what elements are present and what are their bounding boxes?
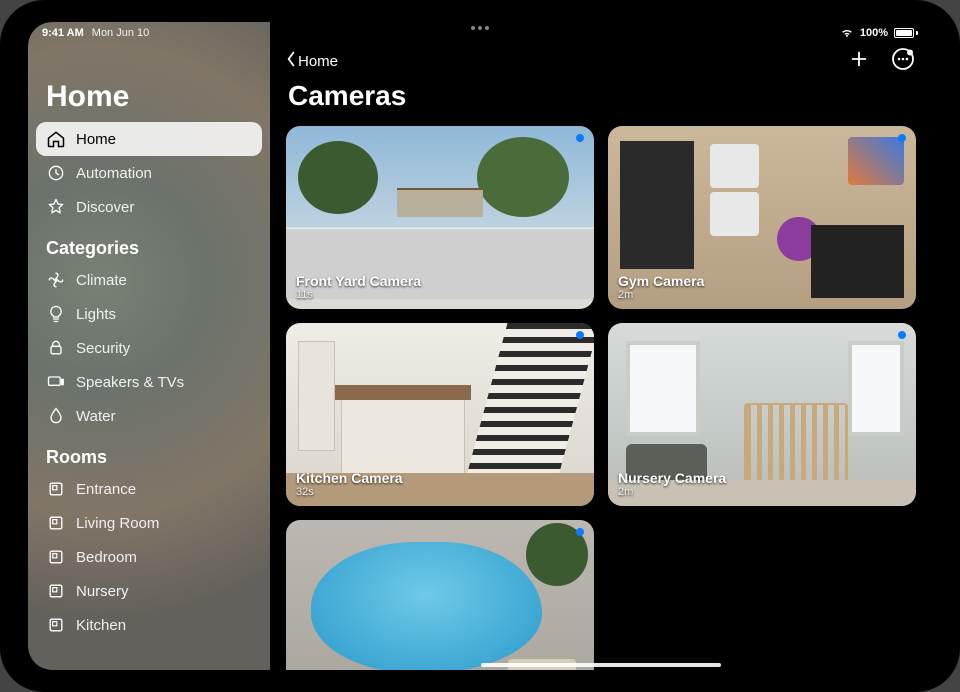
room-icon xyxy=(46,513,66,533)
sidebar-item-label: Lights xyxy=(76,306,116,323)
sidebar-item-speakers-tvs[interactable]: Speakers & TVs xyxy=(36,365,262,399)
back-button[interactable]: Home xyxy=(286,51,338,71)
camera-name: Front Yard Camera xyxy=(296,273,421,289)
status-time: 9:41 AM xyxy=(42,27,84,39)
status-dot-icon xyxy=(576,528,584,536)
sidebar-item-lights[interactable]: Lights xyxy=(36,297,262,331)
camera-card-nursery[interactable]: Nursery Camera 2m xyxy=(608,323,916,506)
camera-card-front-yard[interactable]: Front Yard Camera 11s xyxy=(286,126,594,309)
back-label: Home xyxy=(298,53,338,70)
camera-name: Nursery Camera xyxy=(618,470,726,486)
sidebar-item-label: Speakers & TVs xyxy=(76,374,184,391)
battery-percent: 100% xyxy=(860,27,888,39)
camera-card-gym[interactable]: Gym Camera 2m xyxy=(608,126,916,309)
sidebar-item-climate[interactable]: Climate xyxy=(36,263,262,297)
sidebar-item-label: Automation xyxy=(76,165,152,182)
camera-name: Kitchen Camera xyxy=(296,470,403,486)
sidebar-item-nursery[interactable]: Nursery xyxy=(36,574,262,608)
plus-icon xyxy=(848,48,870,75)
more-circle-icon xyxy=(891,47,915,76)
sidebar-item-label: Climate xyxy=(76,272,127,289)
battery-icon xyxy=(894,28,918,38)
sidebar-section-rooms: Rooms xyxy=(46,447,252,468)
sidebar-item-home[interactable]: Home xyxy=(36,122,262,156)
camera-card-pool[interactable]: Pool Camera xyxy=(286,520,594,670)
lock-icon xyxy=(46,338,66,358)
room-icon xyxy=(46,615,66,635)
status-date: Mon Jun 10 xyxy=(92,27,149,39)
main-content: Home Cameras xyxy=(270,22,932,670)
camera-time: 2m xyxy=(618,289,704,301)
status-dot-icon xyxy=(576,134,584,142)
status-bar: 9:41 AM Mon Jun 10 100% xyxy=(28,22,932,44)
sidebar-item-label: Discover xyxy=(76,199,134,216)
camera-grid: Front Yard Camera 11s xyxy=(286,126,916,670)
sidebar-item-discover[interactable]: Discover xyxy=(36,190,262,224)
room-icon xyxy=(46,479,66,499)
camera-time: 32s xyxy=(296,486,403,498)
sidebar-item-label: Home xyxy=(76,131,116,148)
room-icon xyxy=(46,547,66,567)
status-dot-icon xyxy=(898,331,906,339)
sidebar-section-categories: Categories xyxy=(46,238,252,259)
status-dot-icon xyxy=(576,331,584,339)
chevron-left-icon xyxy=(286,51,296,71)
wifi-icon xyxy=(840,28,854,38)
house-icon xyxy=(46,129,66,149)
bulb-icon xyxy=(46,304,66,324)
status-dot-icon xyxy=(898,134,906,142)
sidebar-item-water[interactable]: Water xyxy=(36,399,262,433)
sidebar-item-label: Entrance xyxy=(76,481,136,498)
home-indicator[interactable] xyxy=(481,663,721,667)
clock-icon xyxy=(46,163,66,183)
add-button[interactable] xyxy=(846,48,872,74)
sidebar-item-automation[interactable]: Automation xyxy=(36,156,262,190)
sidebar-item-label: Security xyxy=(76,340,130,357)
water-icon xyxy=(46,406,66,426)
sidebar-item-living-room[interactable]: Living Room xyxy=(36,506,262,540)
camera-name: Gym Camera xyxy=(618,273,704,289)
room-icon xyxy=(46,581,66,601)
sidebar-item-label: Water xyxy=(76,408,115,425)
page-title: Cameras xyxy=(288,80,916,112)
camera-time: 2m xyxy=(618,486,726,498)
sidebar-item-bedroom[interactable]: Bedroom xyxy=(36,540,262,574)
sidebar-item-label: Kitchen xyxy=(76,617,126,634)
sidebar-item-entrance[interactable]: Entrance xyxy=(36,472,262,506)
camera-time: 11s xyxy=(296,289,421,301)
camera-label: Kitchen Camera 32s xyxy=(296,470,403,498)
sidebar-item-label: Bedroom xyxy=(76,549,137,566)
tv-icon xyxy=(46,372,66,392)
multitask-dots-icon[interactable] xyxy=(471,26,489,30)
camera-card-kitchen[interactable]: Kitchen Camera 32s xyxy=(286,323,594,506)
camera-label: Front Yard Camera 11s xyxy=(296,273,421,301)
more-button[interactable] xyxy=(890,48,916,74)
star-icon xyxy=(46,197,66,217)
camera-thumbnail xyxy=(286,520,594,670)
screen: 9:41 AM Mon Jun 10 100% Home Home xyxy=(28,22,932,670)
camera-label: Nursery Camera 2m xyxy=(618,470,726,498)
main-header: Home xyxy=(286,48,916,74)
sidebar-item-label: Nursery xyxy=(76,583,129,600)
app-title: Home xyxy=(46,80,252,114)
sidebar-item-kitchen[interactable]: Kitchen xyxy=(36,608,262,642)
sidebar: Home Home Automation Discover Categorie xyxy=(28,22,270,670)
sidebar-item-security[interactable]: Security xyxy=(36,331,262,365)
device-frame: 9:41 AM Mon Jun 10 100% Home Home xyxy=(0,0,960,692)
sidebar-item-label: Living Room xyxy=(76,515,159,532)
fan-icon xyxy=(46,270,66,290)
camera-label: Gym Camera 2m xyxy=(618,273,704,301)
